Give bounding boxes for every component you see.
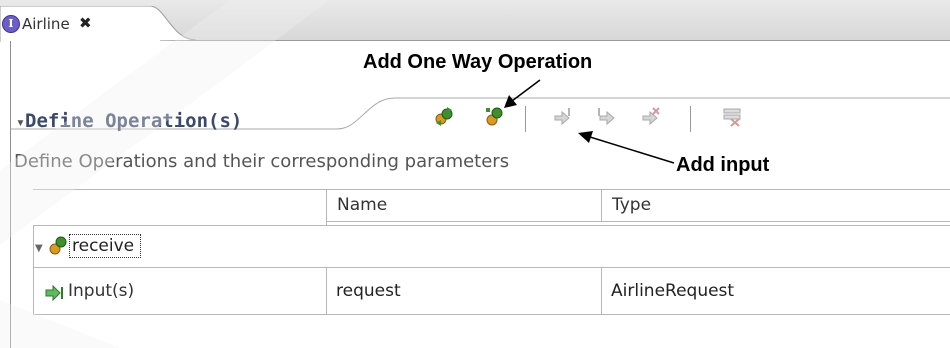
row-line xyxy=(33,225,950,226)
callout-arrow-one-way xyxy=(504,79,541,108)
cell-divider xyxy=(601,267,602,314)
table-bottom-line xyxy=(33,314,950,315)
cell-divider xyxy=(326,189,327,225)
expand-toggle-icon[interactable]: ▼ xyxy=(35,243,43,254)
table-header-row: Name Type xyxy=(33,189,950,222)
column-header-type[interactable]: Type xyxy=(601,190,950,222)
input-arrow-icon xyxy=(45,285,63,301)
input-label: Input(s) xyxy=(68,281,135,301)
operations-table: Name Type ▼ receive Input(s) request Air… xyxy=(33,189,950,315)
column-header-name[interactable]: Name xyxy=(326,190,601,222)
operation-name[interactable]: receive xyxy=(69,234,142,258)
input-name-cell[interactable]: request xyxy=(336,281,401,301)
header-cell-empty xyxy=(33,190,326,222)
header-bottom-line xyxy=(326,221,950,222)
operation-gear-icon xyxy=(49,236,67,255)
input-type-cell[interactable]: AirlineRequest xyxy=(611,281,734,301)
table-row-input[interactable]: Input(s) request AirlineRequest xyxy=(33,272,950,312)
row-line xyxy=(33,267,950,268)
table-row-operation[interactable]: ▼ receive xyxy=(33,228,950,264)
callout-arrow-add-input xyxy=(578,131,675,164)
cell-divider xyxy=(326,267,327,314)
